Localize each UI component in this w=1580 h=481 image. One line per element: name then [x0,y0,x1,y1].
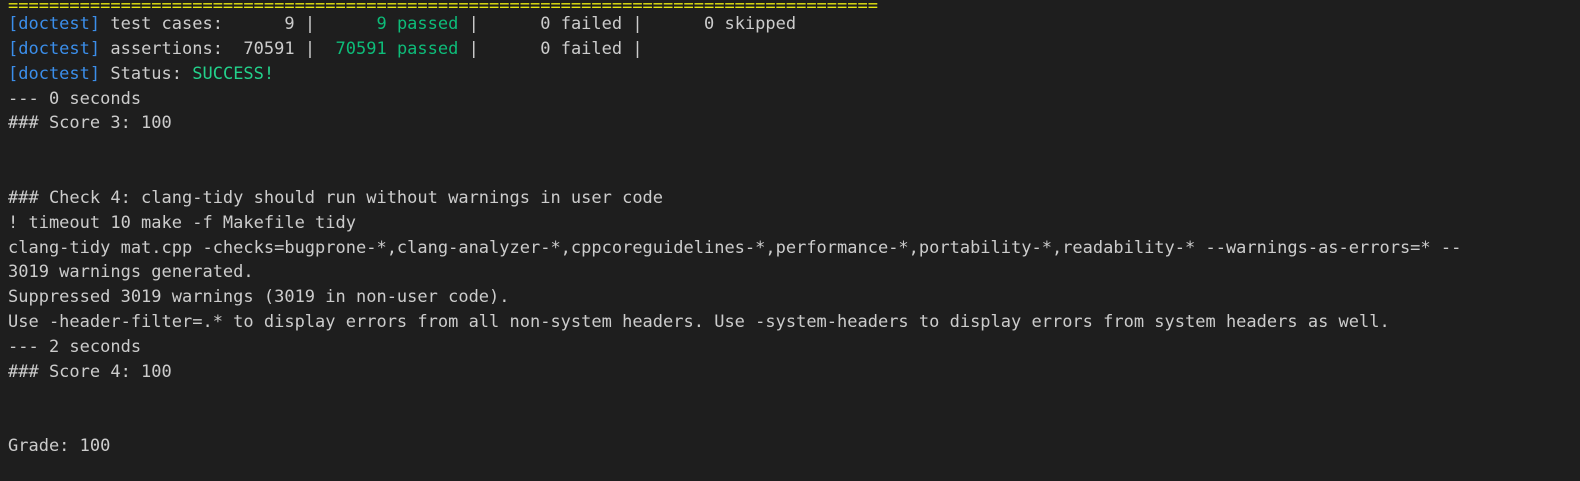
doctest-status-line: [doctest] Status: SUCCESS! [8,62,1580,87]
clang-tidy-command: clang-tidy mat.cpp -checks=bugprone-*,cl… [8,237,1462,258]
doctest-tag: [doctest] [8,14,101,34]
doctest-tag: [doctest] [8,38,101,59]
grade-line: Grade: 100 [8,436,111,457]
assertions-label: assertions: 70591 | [100,38,326,59]
doctest-assertions-line: [doctest] assertions: 70591 | 70591 pass… [8,37,1580,62]
doctest-tag: [doctest] [8,63,101,84]
header-filter-hint-line: Use -header-filter=.* to display errors … [8,312,1390,333]
status-label: Status: [100,63,193,84]
command-line: ! timeout 10 make -f Makefile tidy [8,212,356,233]
terminal-output[interactable]: ========================================… [0,0,1580,481]
doctest-test-cases-line: [doctest] test cases: 9 | 9 passed | 0 f… [8,12,1580,37]
test-cases-label: test cases: 9 | [100,14,326,34]
check-4-heading: ### Check 4: clang-tidy should run witho… [8,187,664,208]
assertions-passed: 70591 passed [325,38,459,59]
separator-text: ========================================… [8,0,878,12]
warnings-generated-line: 3019 warnings generated. [8,262,254,283]
score-4-line: ### Score 4: 100 [8,361,172,382]
test-cases-rest: | 0 failed | 0 skipped [458,14,797,34]
separator-line: ========================================… [8,0,1580,12]
score-3-line: ### Score 3: 100 [8,113,172,134]
assertions-rest: | 0 failed | [458,38,643,59]
status-value: SUCCESS! [192,63,275,84]
test-cases-passed: 9 passed [325,14,459,34]
time-line-1: --- 0 seconds [8,88,142,109]
suppressed-warnings-line: Suppressed 3019 warnings (3019 in non-us… [8,287,510,308]
time-line-2: --- 2 seconds [8,336,142,357]
